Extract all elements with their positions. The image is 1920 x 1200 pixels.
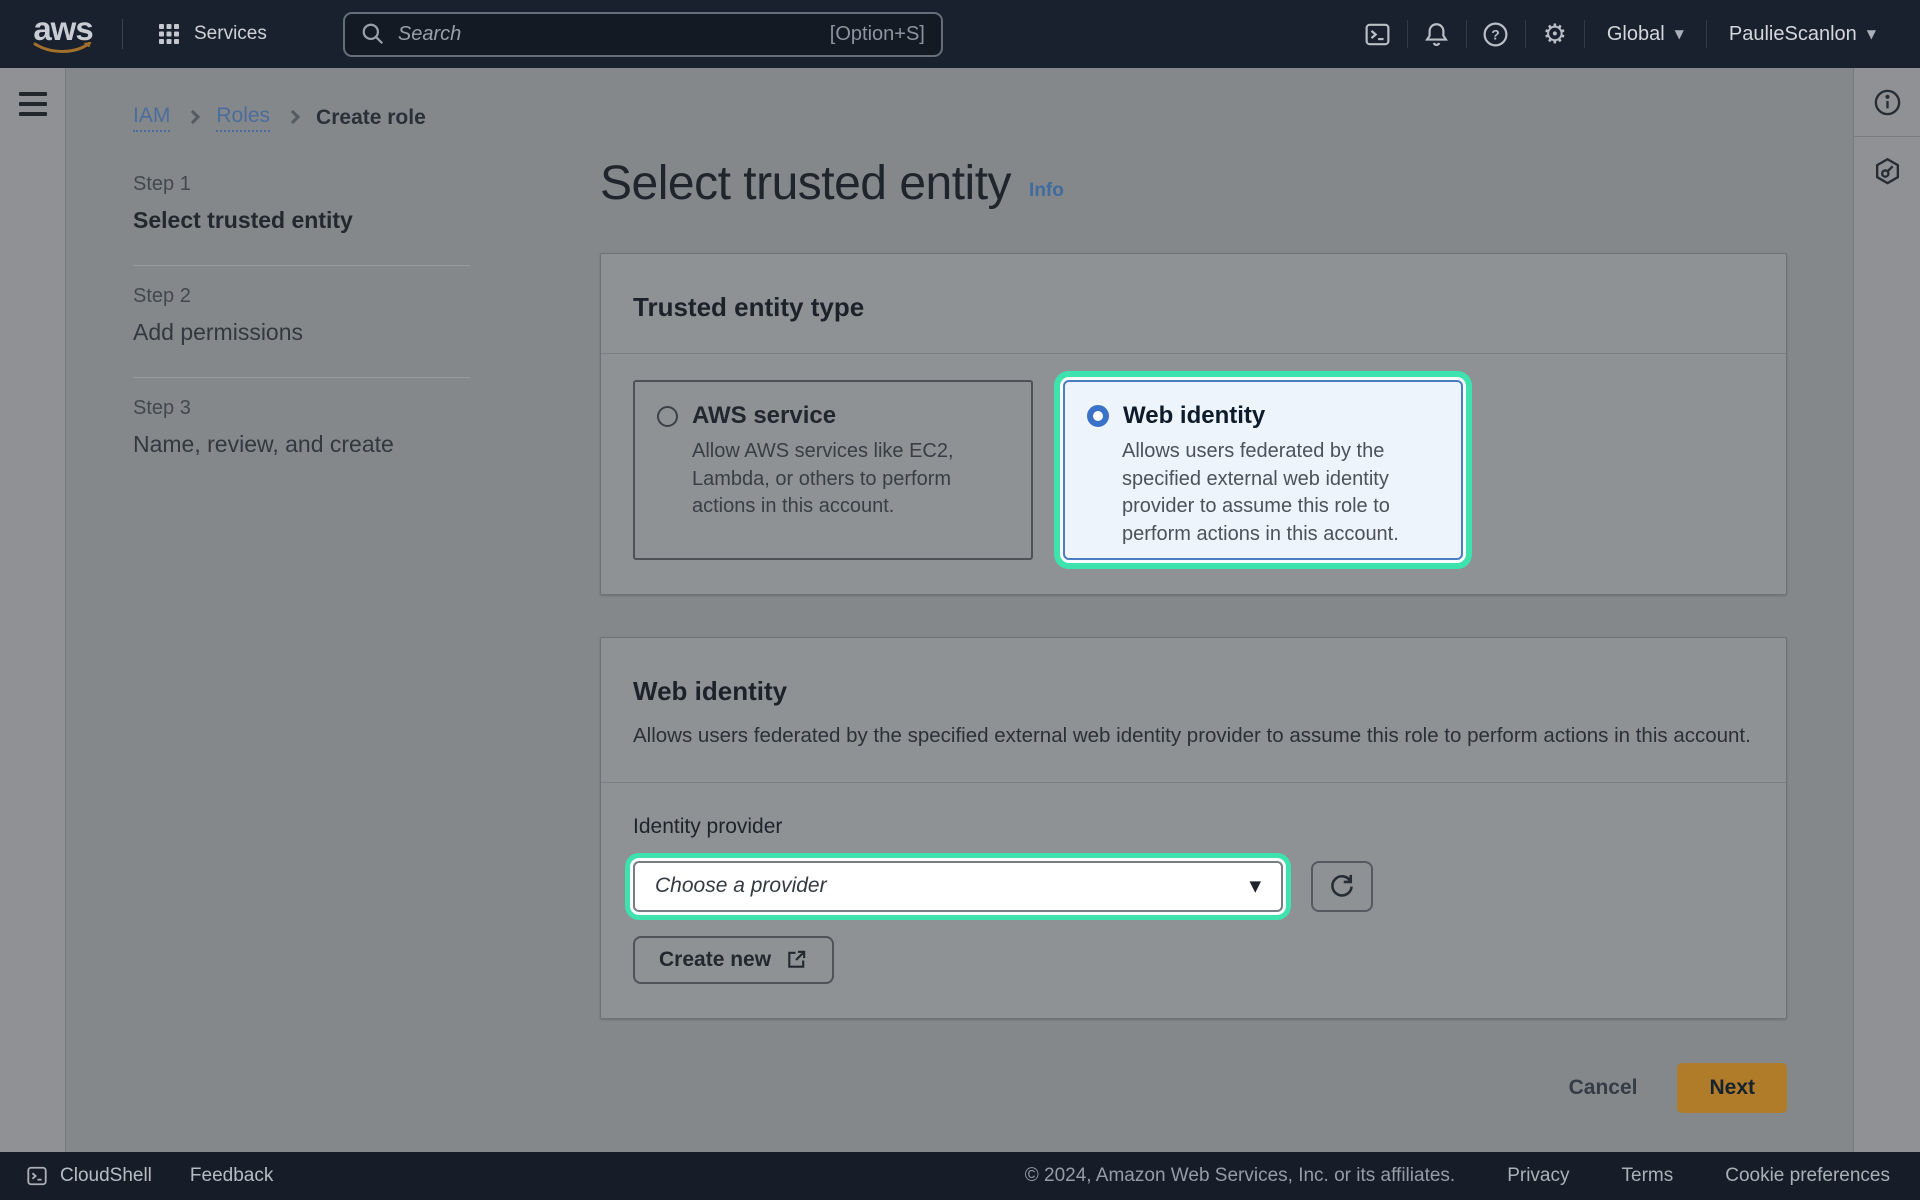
breadcrumb-current: Create role [316,106,426,130]
privacy-link[interactable]: Privacy [1507,1165,1569,1187]
wizard-content: Select trusted entity Info Trusted entit… [600,154,1787,1113]
create-new-provider-button[interactable]: Create new [633,936,834,984]
console-footer: CloudShell Feedback © 2024, Amazon Web S… [0,1152,1920,1200]
identity-provider-label: Identity provider [633,815,1754,839]
copyright-text: © 2024, Amazon Web Services, Inc. or its… [1025,1165,1455,1187]
chevron-right-icon [286,110,300,124]
left-navigation-rail [0,68,66,1152]
console-shell: IAM Roles Create role Step 1 Select trus… [0,68,1920,1152]
web-identity-card: Web identity Allows users federated by t… [600,637,1787,1019]
apps-grid-icon [157,22,181,46]
option-description: Allow AWS services like EC2, Lambda, or … [657,438,1009,521]
wizard-step-1[interactable]: Step 1 Select trusted entity [133,173,470,234]
option-title: AWS service [692,402,836,430]
card-title: Web identity [633,676,1754,707]
cloudshell-terminal-icon [1363,20,1392,49]
breadcrumb-iam-link[interactable]: IAM [133,104,170,132]
services-menu-button[interactable]: Services [143,12,281,56]
cloudshell-label: CloudShell [60,1165,152,1187]
cookie-preferences-link[interactable]: Cookie preferences [1725,1165,1890,1187]
option-title: Web identity [1123,402,1265,430]
cloudshell-terminal-icon [26,1165,48,1187]
step-label: Step 2 [133,285,470,308]
step-label: Step 3 [133,397,470,420]
info-circle-icon [1872,87,1903,118]
next-button[interactable]: Next [1677,1063,1787,1113]
aws-smile-icon [31,41,95,57]
topbar-divider [122,19,123,49]
account-name: PaulieScanlon [1729,23,1857,46]
right-tools-rail [1853,68,1920,1152]
topbar-utilities: ? ⚙ Global ▼ PaulieScanlon ▼ [1349,11,1898,57]
create-new-label: Create new [659,948,771,972]
step-label: Step 1 [133,173,470,196]
page-title: Select trusted entity [600,156,1011,211]
step-divider [133,265,470,266]
notifications-button[interactable] [1408,11,1466,57]
external-link-icon [785,948,808,971]
option-web-identity[interactable]: Web identity Allows users federated by t… [1063,380,1463,560]
region-selector[interactable]: Global ▼ [1585,23,1706,46]
help-question-icon: ? [1481,20,1510,49]
info-panel-button[interactable] [1854,68,1920,136]
option-description: Allows users federated by the specified … [1087,438,1439,548]
cancel-button[interactable]: Cancel [1555,1066,1652,1110]
radio-checked-icon[interactable] [1087,405,1109,427]
breadcrumb: IAM Roles Create role [133,104,1787,132]
global-search-input[interactable]: Search [Option+S] [343,12,943,57]
select-caret-icon: ▼ [1249,877,1261,895]
trusted-entity-type-card: Trusted entity type AWS service [600,253,1787,595]
cloudshell-button[interactable] [1349,11,1407,57]
settings-button[interactable]: ⚙ [1526,11,1584,57]
breadcrumb-roles-link[interactable]: Roles [216,104,270,132]
svg-text:?: ? [1492,26,1500,42]
services-label: Services [194,23,267,45]
help-button[interactable]: ? [1467,11,1525,57]
card-title: Trusted entity type [633,292,1754,323]
account-menu[interactable]: PaulieScanlon ▼ [1707,23,1898,46]
wizard-step-3[interactable]: Step 3 Name, review, and create [133,397,470,458]
refresh-providers-button[interactable] [1311,861,1373,912]
step-divider [133,377,470,378]
feedback-label: Feedback [190,1165,273,1187]
wizard-steps-panel: Step 1 Select trusted entity Step 2 Add … [133,154,470,1113]
resource-tools-button[interactable] [1854,137,1920,205]
chevron-down-icon: ▼ [1675,27,1684,41]
footer-cloudshell-button[interactable]: CloudShell [26,1165,152,1187]
info-link[interactable]: Info [1029,180,1064,211]
search-icon [361,22,385,46]
region-label: Global [1607,23,1665,46]
chevron-down-icon: ▼ [1867,27,1876,41]
search-placeholder: Search [398,23,461,46]
refresh-icon [1328,872,1356,900]
gear-icon: ⚙ [1543,21,1567,48]
step-title: Name, review, and create [133,431,470,458]
aws-console: aws Services Search [Option+S] [0,0,1920,1200]
identity-provider-select[interactable]: Choose a provider ▼ [633,861,1283,912]
top-navigation-bar: aws Services Search [Option+S] [0,0,1920,68]
main-content: IAM Roles Create role Step 1 Select trus… [66,68,1853,1152]
aws-logo[interactable]: aws [24,8,102,60]
step-title: Select trusted entity [133,207,470,234]
hamburger-menu-button[interactable] [19,92,47,116]
radio-unchecked-icon[interactable] [657,406,678,427]
chevron-right-icon [186,110,200,124]
wizard-actions: Cancel Next [600,1063,1787,1113]
search-shortcut-hint: [Option+S] [830,23,925,46]
terms-link[interactable]: Terms [1622,1165,1674,1187]
step-title: Add permissions [133,319,470,346]
option-aws-service[interactable]: AWS service Allow AWS services like EC2,… [633,380,1033,560]
hexagon-tool-icon [1872,156,1903,187]
select-placeholder: Choose a provider [655,874,827,898]
card-description: Allows users federated by the specified … [633,721,1754,752]
wizard-step-2[interactable]: Step 2 Add permissions [133,285,470,346]
bell-icon [1422,20,1451,49]
footer-feedback-button[interactable]: Feedback [190,1165,273,1187]
